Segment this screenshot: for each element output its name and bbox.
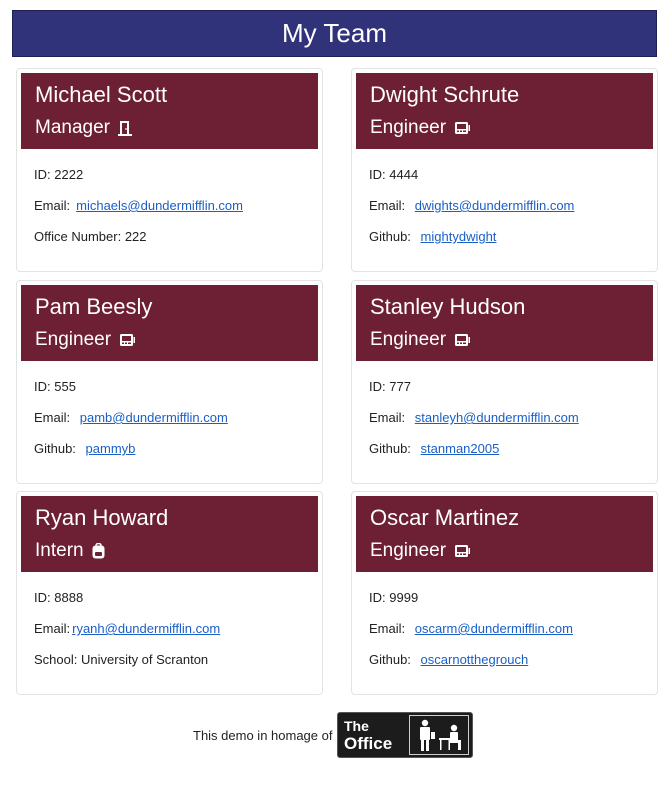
office-figures-icon bbox=[409, 715, 469, 755]
email-link[interactable]: ryanh@dundermifflin.com bbox=[72, 621, 220, 636]
email-link[interactable]: dwights@dundermifflin.com bbox=[415, 198, 575, 213]
logo-text-office: Office bbox=[344, 734, 393, 753]
employee-role: Engineer bbox=[35, 329, 136, 351]
github-link[interactable]: stanman2005 bbox=[421, 441, 500, 456]
employee-card: Michael Scott Manager ID: 2222 Email: mic… bbox=[16, 68, 323, 272]
github-link[interactable]: pammyb bbox=[86, 441, 136, 456]
email-link[interactable]: oscarm@dundermifflin.com bbox=[415, 621, 573, 636]
office-number-row: Office Number: 222 bbox=[34, 229, 147, 244]
id-row: ID: 777 bbox=[369, 379, 411, 394]
github-link[interactable]: mightydwight bbox=[421, 229, 497, 244]
card-header: Pam Beesly Engineer bbox=[21, 285, 318, 361]
card-header: Oscar Martinez Engineer bbox=[356, 496, 653, 572]
id-label: ID: bbox=[34, 167, 51, 182]
card-header: Dwight Schrute Engineer bbox=[356, 73, 653, 149]
page-title: My Team bbox=[282, 18, 387, 48]
employee-role: Engineer bbox=[370, 540, 471, 562]
id-value: 8888 bbox=[54, 590, 84, 605]
employee-role: Manager bbox=[35, 117, 132, 139]
github-row: Github: stanman2005 bbox=[369, 441, 499, 456]
school-label: School: bbox=[34, 652, 78, 667]
computer-icon bbox=[454, 333, 471, 347]
email-link[interactable]: stanleyh@dundermifflin.com bbox=[415, 410, 579, 425]
email-link[interactable]: pamb@dundermifflin.com bbox=[80, 410, 228, 425]
id-row: ID: 2222 bbox=[34, 167, 83, 182]
employee-role: Intern bbox=[35, 540, 105, 562]
email-label: Email: bbox=[369, 198, 406, 213]
employee-card: Ryan Howard Intern ID: 8888 Email: ryanh@… bbox=[16, 491, 323, 695]
github-link[interactable]: oscarnotthegrouch bbox=[421, 652, 529, 667]
computer-icon bbox=[119, 333, 136, 347]
github-label: Github: bbox=[34, 441, 76, 456]
email-label: Email: bbox=[369, 410, 406, 425]
employee-role: Engineer bbox=[370, 329, 471, 351]
computer-icon bbox=[454, 121, 471, 135]
school-row: School: University of Scranton bbox=[34, 652, 208, 667]
backpack-icon bbox=[92, 543, 105, 559]
office-number-label: Office Number: bbox=[34, 229, 122, 244]
employee-name: Pam Beesly bbox=[35, 294, 153, 319]
employee-name: Stanley Hudson bbox=[370, 294, 526, 319]
id-row: ID: 9999 bbox=[369, 590, 418, 605]
employee-card: Oscar Martinez Engineer ID: 9999 Email: … bbox=[351, 491, 658, 695]
the-office-logo: The Office bbox=[337, 712, 473, 758]
school-value: University of Scranton bbox=[81, 652, 209, 667]
id-value: 555 bbox=[54, 379, 76, 394]
email-label: Email: bbox=[34, 621, 71, 636]
github-row: Github: pammyb bbox=[34, 441, 135, 456]
card-header: Stanley Hudson Engineer bbox=[356, 285, 653, 361]
email-row: Email: dwights@dundermifflin.com bbox=[369, 198, 574, 213]
email-row: Email: ryanh@dundermifflin.com bbox=[34, 621, 220, 636]
id-label: ID: bbox=[34, 590, 51, 605]
card-header: Michael Scott Manager bbox=[21, 73, 318, 149]
role-label: Engineer bbox=[370, 329, 447, 350]
email-row: Email: michaels@dundermifflin.com bbox=[34, 198, 243, 213]
email-label: Email: bbox=[34, 410, 71, 425]
github-label: Github: bbox=[369, 652, 411, 667]
employee-name: Dwight Schrute bbox=[370, 82, 520, 107]
id-row: ID: 555 bbox=[34, 379, 76, 394]
footer-text: This demo in homage of bbox=[193, 728, 333, 743]
id-row: ID: 8888 bbox=[34, 590, 83, 605]
employee-name: Ryan Howard bbox=[35, 505, 169, 530]
card-header: Ryan Howard Intern bbox=[21, 496, 318, 572]
employee-card: Dwight Schrute Engineer ID: 4444 Email: … bbox=[351, 68, 658, 272]
github-row: Github: mightydwight bbox=[369, 229, 496, 244]
employee-role: Engineer bbox=[370, 117, 471, 139]
role-label: Engineer bbox=[370, 117, 447, 138]
role-label: Engineer bbox=[35, 329, 112, 350]
employee-name: Michael Scott bbox=[35, 82, 168, 107]
computer-icon bbox=[454, 544, 471, 558]
office-number-value: 222 bbox=[124, 229, 147, 244]
id-label: ID: bbox=[369, 167, 386, 182]
page-header: My Team bbox=[12, 10, 657, 57]
employee-card: Stanley Hudson Engineer ID: 777 Email: s… bbox=[351, 280, 658, 484]
email-label: Email: bbox=[369, 621, 406, 636]
email-link[interactable]: michaels@dundermifflin.com bbox=[76, 198, 243, 213]
email-row: Email: stanleyh@dundermifflin.com bbox=[369, 410, 579, 425]
github-label: Github: bbox=[369, 229, 411, 244]
github-label: Github: bbox=[369, 441, 411, 456]
logo-text-the: The bbox=[344, 718, 369, 734]
github-row: Github: oscarnotthegrouch bbox=[369, 652, 528, 667]
role-label: Engineer bbox=[370, 540, 447, 561]
employee-card: Pam Beesly Engineer ID: 555 Email: pamb@… bbox=[16, 280, 323, 484]
door-icon bbox=[118, 120, 132, 136]
role-label: Intern bbox=[35, 540, 84, 561]
id-label: ID: bbox=[369, 590, 386, 605]
id-value: 4444 bbox=[389, 167, 419, 182]
role-label: Manager bbox=[35, 117, 110, 138]
email-row: Email: pamb@dundermifflin.com bbox=[34, 410, 228, 425]
email-row: Email: oscarm@dundermifflin.com bbox=[369, 621, 573, 636]
id-value: 777 bbox=[389, 379, 411, 394]
id-label: ID: bbox=[34, 379, 51, 394]
id-value: 2222 bbox=[54, 167, 84, 182]
id-row: ID: 4444 bbox=[369, 167, 418, 182]
id-value: 9999 bbox=[389, 590, 419, 605]
employee-name: Oscar Martinez bbox=[370, 505, 520, 530]
page-footer: This demo in homage of The Office bbox=[0, 712, 666, 760]
email-label: Email: bbox=[34, 198, 71, 213]
id-label: ID: bbox=[369, 379, 386, 394]
